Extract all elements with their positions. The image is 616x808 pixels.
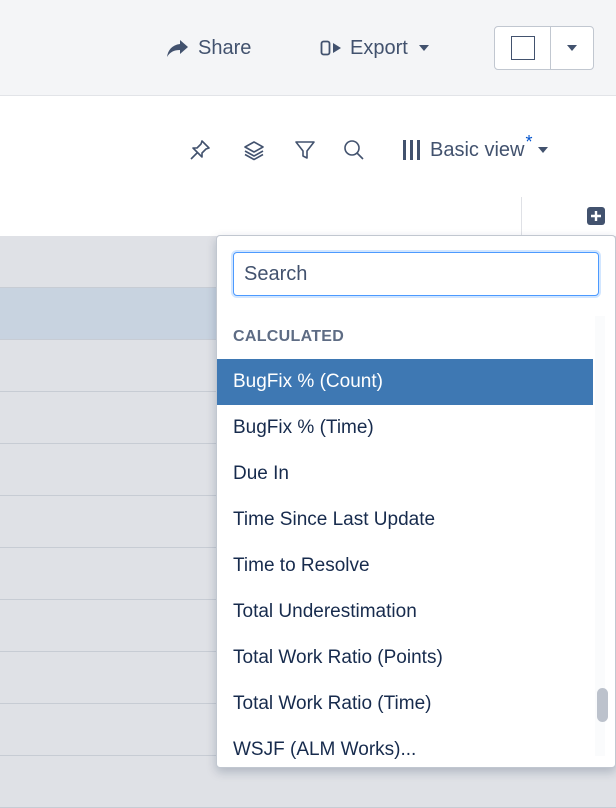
columns-icon [403,140,420,160]
search-button[interactable] [340,136,368,164]
list-item-due-in[interactable]: Due In [217,451,593,497]
section-header: CALCULATED [233,328,345,345]
top-toolbar: Share Export [0,0,616,96]
select-options-dropdown[interactable] [551,27,593,69]
export-icon [320,40,341,56]
select-all-checkbox[interactable] [495,27,551,69]
filter-button[interactable] [291,136,319,164]
chevron-down-icon [537,147,548,153]
list-item-bugfix-time[interactable]: BugFix % (Time) [217,405,593,451]
pin-button[interactable] [186,136,214,164]
select-split-button [494,26,594,70]
search-icon [344,140,364,160]
list-item-time-since-update[interactable]: Time Since Last Update [217,497,593,543]
list-item-wsjf[interactable]: WSJF (ALM Works)... [217,727,593,773]
column-picker-dropdown: CALCULATED BugFix % (Count) BugFix % (Ti… [216,235,616,768]
list-item-work-ratio-points[interactable]: Total Work Ratio (Points) [217,635,593,681]
plus-icon [591,211,601,221]
add-column-button[interactable] [587,207,605,225]
export-button[interactable]: Export [320,34,438,62]
list-item-time-to-resolve[interactable]: Time to Resolve [217,543,593,589]
layers-icon [244,141,264,161]
column-list: BugFix % (Count) BugFix % (Time) Due In … [217,359,593,773]
view-selector[interactable]: Basic view * [403,131,549,166]
list-item-total-underestimation[interactable]: Total Underestimation [217,589,593,635]
modified-marker: * [525,131,533,152]
chevron-down-icon [567,45,577,51]
share-button[interactable]: Share [166,34,251,62]
chevron-down-icon [418,45,429,51]
share-arrow-icon [167,40,188,57]
view-name: Basic view [430,138,525,161]
export-label: Export [350,36,408,59]
share-label: Share [198,36,252,59]
checkbox-square-icon [510,36,535,60]
view-toolbar: Basic view * [0,132,616,168]
list-item-work-ratio-time[interactable]: Total Work Ratio (Time) [217,681,593,727]
list-item-bugfix-count[interactable]: BugFix % (Count) [217,359,593,405]
layers-button[interactable] [240,136,268,164]
search-input[interactable] [233,252,599,296]
pin-icon [190,140,210,160]
scrollbar-thumb[interactable] [597,688,608,722]
column-divider [521,197,522,237]
filter-icon [295,141,315,159]
